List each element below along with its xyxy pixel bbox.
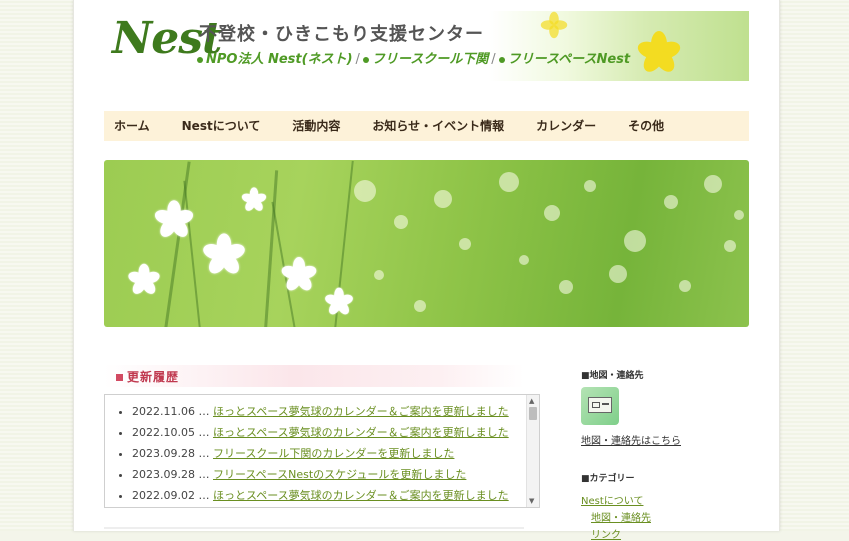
updates-box: 2022.11.06 … ほっとスペース夢気球のカレンダー＆ご案内を更新しました…	[104, 394, 540, 508]
list-item: 2022.11.06 … ほっとスペース夢気球のカレンダー＆ご案内を更新しました	[132, 401, 509, 422]
update-date: 2022.11.06 …	[132, 405, 210, 418]
map-contact-link[interactable]: 地図・連絡先はこちら	[581, 432, 681, 447]
bokeh-light	[519, 255, 529, 265]
subtitle-freeschool: フリースクール下関	[371, 52, 489, 67]
list-item: 2023.09.28 … フリースペースNestのスケジュールを更新しました	[132, 464, 509, 485]
nav-item-activities[interactable]: 活動内容	[276, 111, 356, 141]
grass-stem	[164, 161, 191, 327]
update-link[interactable]: ほっとスペース夢気球のカレンダー＆ご案内を更新しました	[213, 405, 509, 418]
category-link-map[interactable]: 地図・連絡先	[591, 509, 651, 524]
list-item: 2022.09.02 … ほっとスペース夢気球のカレンダー＆ご案内を更新しました	[132, 485, 509, 506]
bokeh-light	[584, 180, 596, 192]
main-nav: ホーム Nestについて 活動内容 お知らせ・イベント情報 カレンダー その他	[104, 111, 749, 141]
update-date: 2023.09.28 …	[132, 447, 210, 460]
bokeh-light	[624, 230, 646, 252]
bullet-icon	[498, 56, 505, 63]
update-link[interactable]: フリースペースNestのスケジュールを更新しました	[213, 468, 466, 481]
update-date: 2022.09.02 …	[132, 489, 210, 502]
scroll-up-icon[interactable]: ▲	[529, 397, 534, 405]
category-link-links[interactable]: リンク	[591, 526, 621, 541]
update-link[interactable]: フリースクール下関のカレンダーを更新しました	[213, 447, 454, 460]
update-date: 2023.09.28 …	[132, 468, 210, 481]
update-link[interactable]: ほっとスペース夢気球のカレンダー＆ご案内を更新しました	[213, 489, 509, 502]
bokeh-light	[544, 205, 560, 221]
updates-heading: 更新履歴	[116, 368, 179, 385]
updates-heading-bar: 更新履歴	[104, 365, 524, 387]
bokeh-light	[354, 180, 376, 202]
update-date: 2022.10.05 …	[132, 426, 210, 439]
square-bullet-icon	[116, 374, 123, 381]
bokeh-light	[374, 270, 384, 280]
updates-list: 2022.11.06 … ほっとスペース夢気球のカレンダー＆ご案内を更新しました…	[105, 401, 509, 506]
bokeh-light	[734, 210, 744, 220]
site-header: Nest 不登校・ひきこもり支援センター NPO法人 Nest(ネスト) / フリー…	[104, 11, 749, 83]
bokeh-light	[664, 195, 678, 209]
nav-item-about[interactable]: Nestについて	[166, 111, 277, 141]
bokeh-light	[459, 238, 471, 250]
scrollbar-thumb[interactable]	[529, 407, 537, 420]
grass-stem	[264, 170, 279, 327]
bokeh-light	[724, 240, 736, 252]
update-link[interactable]: ほっとスペース夢気球のカレンダー＆ご案内を更新しました	[213, 426, 509, 439]
nav-item-news[interactable]: お知らせ・イベント情報	[356, 111, 520, 141]
map-contact-icon[interactable]	[581, 387, 619, 425]
bokeh-light	[499, 172, 519, 192]
bullet-icon	[362, 56, 369, 63]
nav-item-home[interactable]: ホーム	[104, 111, 166, 141]
list-item: 2022.10.05 … ほっとスペース夢気球のカレンダー＆ご案内を更新しました	[132, 422, 509, 443]
bokeh-light	[704, 175, 722, 193]
grass-stem	[183, 180, 201, 327]
subtitle-npo: NPO法人 Nest(ネスト)	[206, 52, 353, 67]
bullet-icon	[197, 56, 203, 63]
updates-scrollbar[interactable]: ▲ ▼	[526, 395, 539, 507]
page-container: Nest 不登校・ひきこもり支援センター NPO法人 Nest(ネスト) / フリー…	[73, 0, 780, 541]
nav-item-other[interactable]: その他	[612, 111, 680, 141]
bokeh-light	[609, 265, 627, 283]
subtitle-freespace: フリースペースNest	[507, 52, 631, 67]
category-link-about[interactable]: Nestについて	[581, 492, 643, 507]
site-title: 不登校・ひきこもり支援センター	[199, 24, 484, 45]
list-item: 2023.09.28 … フリースクール下関のカレンダーを更新しました	[132, 443, 509, 464]
scroll-down-icon[interactable]: ▼	[529, 497, 534, 505]
bokeh-light	[434, 190, 452, 208]
header-flower-image	[489, 11, 749, 81]
site-subtitle: NPO法人 Nest(ネスト) / フリースクール下関 / フリースペースNest	[197, 48, 630, 67]
hero-image	[104, 160, 749, 327]
bokeh-light	[414, 300, 426, 312]
bokeh-light	[394, 215, 408, 229]
sidebar-category-heading: ■カテゴリー	[581, 474, 635, 484]
bokeh-light	[679, 280, 691, 292]
sidebar-map-heading: ■地図・連絡先	[581, 371, 644, 381]
nav-item-calendar[interactable]: カレンダー	[520, 111, 612, 141]
divider	[104, 527, 524, 529]
bokeh-light	[559, 280, 573, 294]
